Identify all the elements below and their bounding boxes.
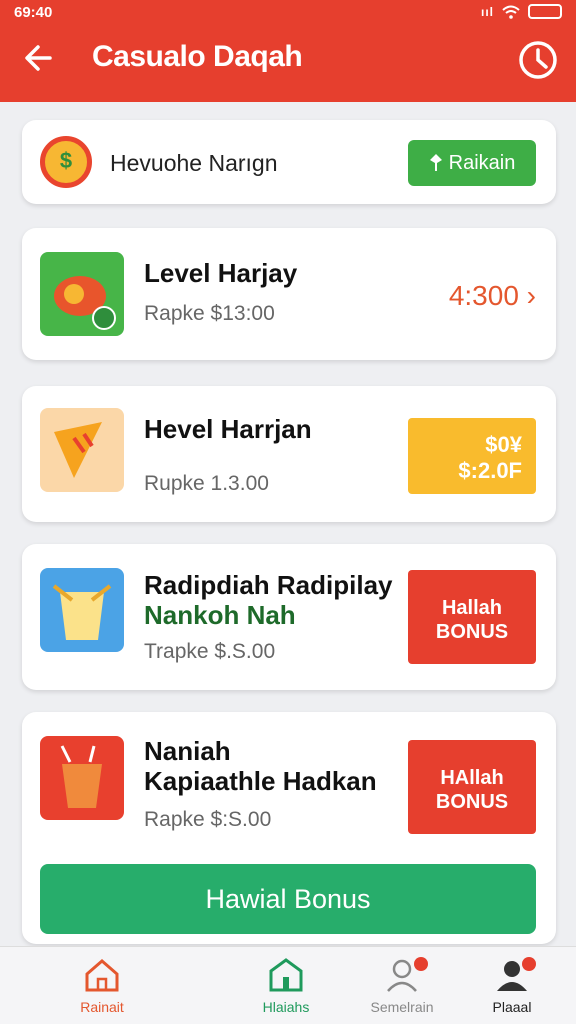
- list-item[interactable]: Naniah Kapiaathle Hadkan Rapke $:S.00 HA…: [22, 712, 556, 944]
- item-name-line-1: Naniah: [144, 736, 231, 766]
- status-time: 69:40: [14, 4, 53, 21]
- battery-icon: [528, 4, 562, 19]
- app-header: 69:40 ııl Casualo Daqah: [0, 0, 576, 102]
- nav-label: Semelrain: [370, 999, 434, 1015]
- list-item[interactable]: Radipdiah Radipilay Nankoh Nah Trapke $.…: [22, 544, 556, 690]
- home-icon: [85, 959, 119, 992]
- drink-bucket-icon: [40, 736, 124, 820]
- basket-icon: [40, 252, 124, 336]
- pizza-slice-icon: [40, 408, 124, 492]
- reward-summary-card: Hevuohe Narıgn Raikain: [22, 120, 556, 204]
- signal-icon: ııl: [480, 4, 494, 19]
- reward-summary-label: Hevuohe Narıgn: [110, 150, 278, 176]
- item-name-line-1: Radipdiah Radipilay: [144, 570, 393, 600]
- promo-line-1: $0¥: [485, 432, 522, 457]
- drink-cup-icon: [40, 568, 124, 652]
- nav-item-rewards[interactable]: Hlaiahs: [226, 957, 346, 1015]
- item-price: Rapke $:S.00: [144, 808, 272, 831]
- item-name: Radipdiah Radipilay Nankoh Nah: [144, 570, 393, 630]
- promo-line-2: $:2.0F: [458, 458, 522, 483]
- list-item[interactable]: Hevel Harrjan Rupke 1.3.00 $0¥ $:2.0F: [22, 386, 556, 522]
- item-name-line-2: Nankoh Nah: [144, 600, 296, 630]
- bonus-badge[interactable]: HAllah BONUS: [408, 740, 536, 834]
- claim-button-label: Raikain: [448, 151, 516, 174]
- bonus-badge[interactable]: Hallah BONUS: [408, 570, 536, 664]
- status-bar: 69:40 ııl: [14, 4, 562, 22]
- clock-icon[interactable]: [516, 38, 560, 82]
- nav-item-home[interactable]: Rainait: [42, 957, 162, 1015]
- bonus-line-1: Hallah: [441, 597, 503, 619]
- nav-item-account[interactable]: Plaaal: [452, 957, 572, 1015]
- nav-label: Hlaiahs: [262, 999, 310, 1015]
- page-title: Casualo Daqah: [92, 40, 303, 73]
- coin-icon: [40, 136, 92, 188]
- item-name: Naniah Kapiaathle Hadkan: [144, 736, 377, 796]
- item-price: Rupke 1.3.00: [144, 472, 269, 495]
- notification-badge: [414, 957, 428, 971]
- bonus-line-2: BONUS: [435, 621, 509, 643]
- nav-label: Plaaal: [492, 999, 532, 1015]
- bonus-cta-button[interactable]: Hawial Bonus: [40, 864, 536, 934]
- status-icons: ııl: [481, 4, 562, 19]
- bottom-nav: Rainait Hlaiahs Semelrain Plaaal: [0, 946, 576, 1024]
- item-price: Rapke $13:00: [144, 302, 275, 325]
- item-price: Trapke $.S.00: [144, 640, 276, 663]
- item-name: Level Harjay: [144, 258, 298, 288]
- item-name-line-2: Kapiaathle Hadkan: [144, 766, 377, 796]
- list-item[interactable]: Level Harjay Rapke $13:00 4:300 ›: [22, 228, 556, 360]
- nav-label: Rainait: [80, 999, 124, 1015]
- promo-badge[interactable]: $0¥ $:2.0F: [408, 418, 536, 494]
- item-name: Hevel Harrjan: [144, 414, 312, 444]
- notification-badge: [522, 957, 536, 971]
- bonus-line-2: BONUS: [435, 791, 509, 813]
- pin-icon: [429, 154, 442, 171]
- wifi-icon: [502, 5, 520, 19]
- bonus-line-1: HAllah: [440, 767, 504, 789]
- back-arrow-icon[interactable]: [20, 38, 60, 78]
- nav-item-profile[interactable]: Semelrain: [342, 957, 462, 1015]
- home-icon: [269, 958, 303, 992]
- claim-button[interactable]: Raikain: [408, 140, 536, 186]
- item-value-link[interactable]: 4:300 ›: [449, 280, 536, 312]
